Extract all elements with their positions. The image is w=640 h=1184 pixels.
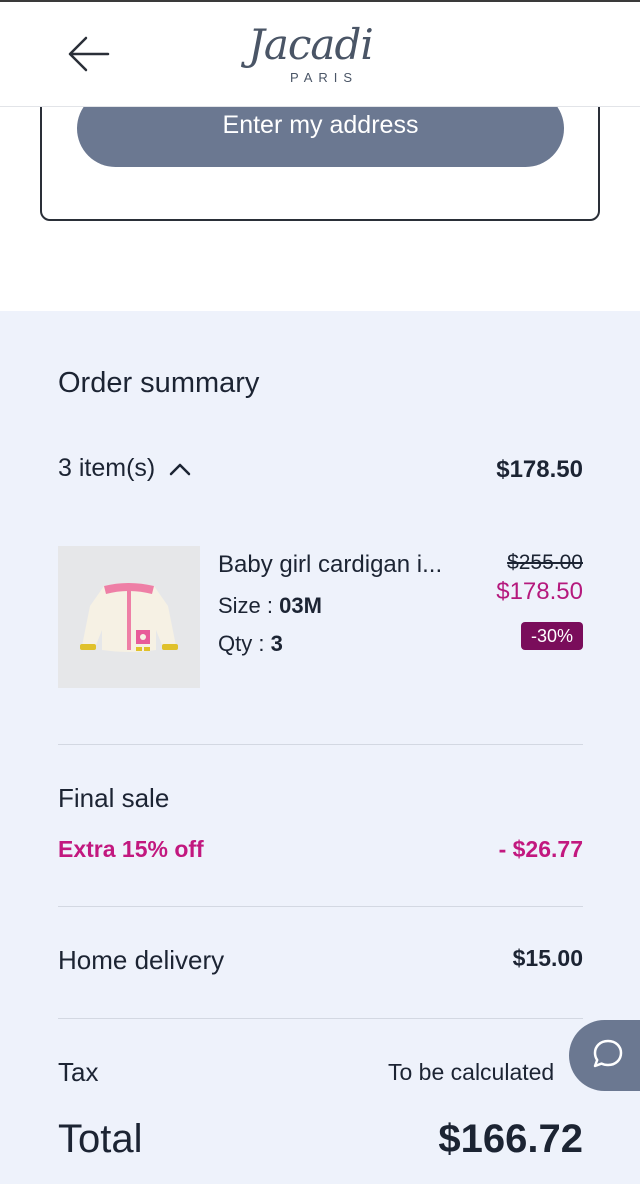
chevron-up-icon	[169, 463, 191, 475]
size-label: Size :	[218, 593, 280, 618]
qty-value: 3	[270, 631, 283, 656]
sale-price: $178.50	[496, 578, 583, 605]
original-price: $255.00	[507, 551, 583, 574]
product-size: Size : 03M	[218, 593, 322, 619]
tax-value: To be calculated	[388, 1059, 555, 1085]
divider	[58, 906, 583, 907]
items-toggle[interactable]: 3 item(s)	[58, 454, 191, 483]
items-total: $178.50	[496, 456, 583, 483]
divider	[58, 1018, 583, 1019]
size-value: 03M	[279, 593, 322, 618]
items-count: 3 item(s)	[58, 454, 156, 482]
delivery-label: Home delivery	[58, 945, 225, 975]
chat-button[interactable]	[569, 1020, 640, 1091]
product-image[interactable]	[58, 546, 200, 688]
qty-label: Qty :	[218, 631, 271, 656]
total-label: Total	[58, 1117, 143, 1161]
discount-badge: -30%	[520, 622, 583, 650]
jacadi-logo[interactable]: Jacadi PARIS	[240, 20, 400, 90]
chat-bubble-icon	[593, 1039, 623, 1068]
back-button[interactable]	[62, 32, 114, 76]
total-value: $166.72	[438, 1117, 583, 1161]
arrow-left-icon	[68, 36, 110, 72]
logo-text: Jacadi	[248, 20, 374, 69]
order-summary: Order summary 3 item(s) $178.50 Baby gir…	[0, 311, 640, 1184]
extra-off-amount: - $26.77	[498, 836, 583, 862]
divider	[58, 744, 583, 745]
product-qty: Qty : 3	[218, 631, 283, 657]
header: Jacadi PARIS	[0, 2, 640, 107]
extra-off-label: Extra 15% off	[58, 836, 204, 862]
product-name[interactable]: Baby girl cardigan i...	[218, 551, 458, 579]
delivery-value: $15.00	[512, 945, 583, 971]
summary-title: Order summary	[58, 367, 260, 399]
tax-label: Tax	[58, 1057, 99, 1087]
cardigan-image	[80, 583, 178, 652]
logo-subtext: PARIS	[290, 70, 359, 85]
final-sale-label: Final sale	[58, 783, 170, 813]
